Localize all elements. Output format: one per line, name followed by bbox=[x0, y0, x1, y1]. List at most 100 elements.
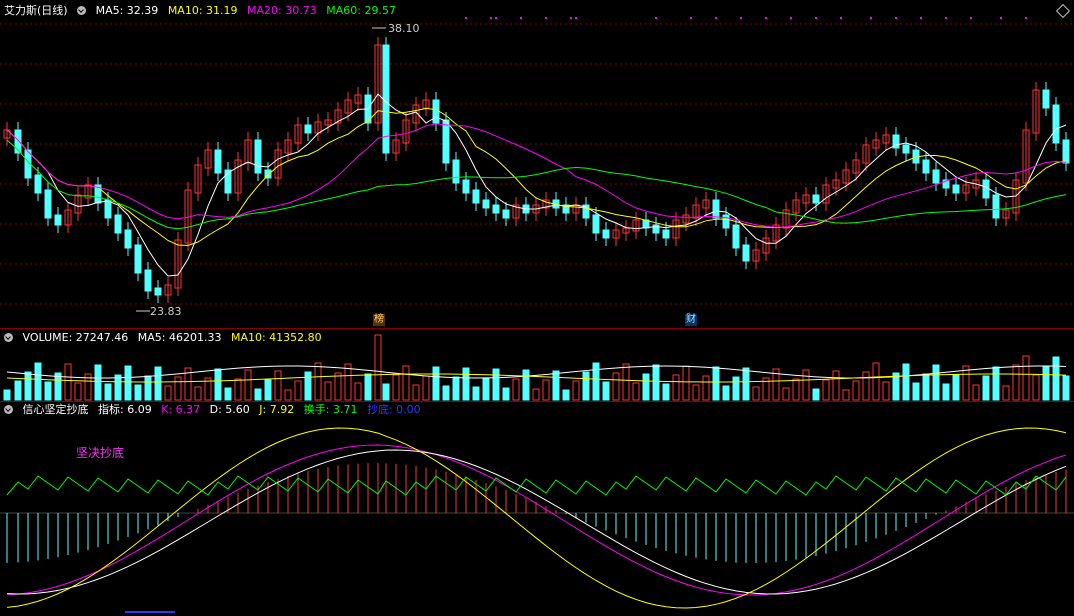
candle-down bbox=[124, 229, 132, 249]
volume-bar bbox=[314, 362, 322, 401]
volume-bar bbox=[324, 381, 332, 401]
candle-down bbox=[592, 214, 600, 234]
volume-bar bbox=[382, 383, 390, 401]
volume-bar bbox=[752, 386, 760, 401]
candle-down bbox=[662, 229, 670, 239]
candle-down bbox=[134, 244, 142, 274]
signal-dot bbox=[490, 17, 492, 19]
volume-bar bbox=[562, 389, 570, 401]
volume-bar bbox=[154, 366, 162, 401]
candle-down bbox=[932, 169, 940, 184]
candle-down bbox=[442, 119, 450, 164]
volume-bar bbox=[502, 387, 510, 401]
volume-bar bbox=[972, 384, 980, 401]
candle-down bbox=[254, 139, 262, 174]
volume-bar bbox=[234, 378, 242, 401]
candle-down bbox=[732, 224, 740, 249]
signal-dot bbox=[655, 17, 657, 19]
volume-bar bbox=[74, 382, 82, 401]
volume-bar bbox=[392, 374, 400, 401]
volume-bar bbox=[164, 385, 172, 401]
signal-dot bbox=[690, 17, 692, 19]
volume-bar bbox=[692, 384, 700, 401]
candle-down bbox=[472, 189, 480, 204]
signal-dot bbox=[1025, 17, 1027, 19]
volume-bar bbox=[912, 382, 920, 401]
volume-bar bbox=[782, 387, 790, 401]
candle-down bbox=[114, 214, 122, 234]
candle-down bbox=[1062, 139, 1070, 164]
candle-down bbox=[144, 269, 152, 292]
volume-bar bbox=[244, 369, 252, 401]
volume-bar bbox=[882, 381, 890, 401]
volume-bar bbox=[812, 388, 820, 401]
d-line bbox=[6, 449, 1067, 595]
volume-bar bbox=[872, 362, 880, 401]
volume-bar bbox=[34, 362, 42, 401]
candle-down bbox=[1052, 104, 1060, 144]
candle-down bbox=[154, 287, 162, 296]
volume-bar bbox=[992, 366, 1000, 401]
volume-bar bbox=[294, 380, 302, 401]
volume-bar bbox=[422, 375, 430, 401]
signal-dot bbox=[895, 17, 897, 19]
volume-bar bbox=[482, 377, 490, 401]
volume-bar bbox=[962, 365, 970, 401]
candle-down bbox=[304, 124, 312, 134]
volume-bar bbox=[174, 376, 182, 401]
volume-bar bbox=[922, 373, 930, 401]
candle-down bbox=[104, 199, 112, 219]
volume-bar bbox=[134, 384, 142, 401]
volume-bar bbox=[642, 373, 650, 401]
volume-bar bbox=[284, 389, 292, 401]
volume-bar bbox=[274, 370, 282, 401]
volume-bar bbox=[902, 363, 910, 401]
volume-bar bbox=[852, 380, 860, 401]
candle-down bbox=[902, 144, 910, 154]
volume-bar bbox=[214, 368, 222, 401]
volume-bar bbox=[702, 375, 710, 401]
high-label: 38.10 bbox=[388, 22, 420, 35]
volume-bar bbox=[1022, 355, 1030, 401]
signal-dot bbox=[715, 17, 717, 19]
candle-down bbox=[712, 199, 720, 219]
signal-dot bbox=[790, 17, 792, 19]
volume-bar bbox=[632, 382, 640, 401]
volume-bar bbox=[512, 378, 520, 401]
volume-bar bbox=[522, 369, 530, 401]
candle-down bbox=[722, 214, 730, 229]
j-line bbox=[6, 427, 1067, 609]
volume-bar bbox=[792, 378, 800, 401]
volume-bar bbox=[402, 365, 410, 401]
signal-dot bbox=[520, 17, 522, 19]
candle-down bbox=[992, 194, 1000, 219]
candle-down bbox=[982, 179, 990, 199]
volume-bar bbox=[742, 367, 750, 401]
volume-bar bbox=[442, 385, 450, 401]
volume-bar bbox=[334, 372, 342, 401]
volume-bar bbox=[194, 386, 202, 401]
volume-bar bbox=[94, 364, 102, 401]
volume-bar bbox=[14, 380, 22, 401]
candle-down bbox=[462, 179, 470, 194]
volume-bar bbox=[432, 366, 440, 401]
volume-bar bbox=[622, 363, 630, 401]
signal-dot bbox=[970, 17, 972, 19]
volume-bar bbox=[264, 379, 272, 401]
chart-canvas: 38.10 23.83 bbox=[0, 17, 1074, 613]
candle-down bbox=[742, 244, 750, 262]
volume-bar bbox=[354, 382, 362, 401]
signal-dot bbox=[570, 17, 572, 19]
volume-bar bbox=[364, 373, 372, 401]
volume-bar bbox=[254, 388, 262, 401]
volume-bar bbox=[124, 365, 132, 401]
candle-down bbox=[922, 159, 930, 174]
signal-dot bbox=[575, 17, 577, 19]
volume-bar bbox=[612, 372, 620, 401]
candle-down bbox=[602, 229, 610, 239]
volume-bar bbox=[1052, 356, 1060, 401]
signal-dot bbox=[765, 17, 767, 19]
signal-dot bbox=[920, 17, 922, 19]
volume-bar bbox=[592, 362, 600, 401]
volume-bar bbox=[682, 365, 690, 401]
